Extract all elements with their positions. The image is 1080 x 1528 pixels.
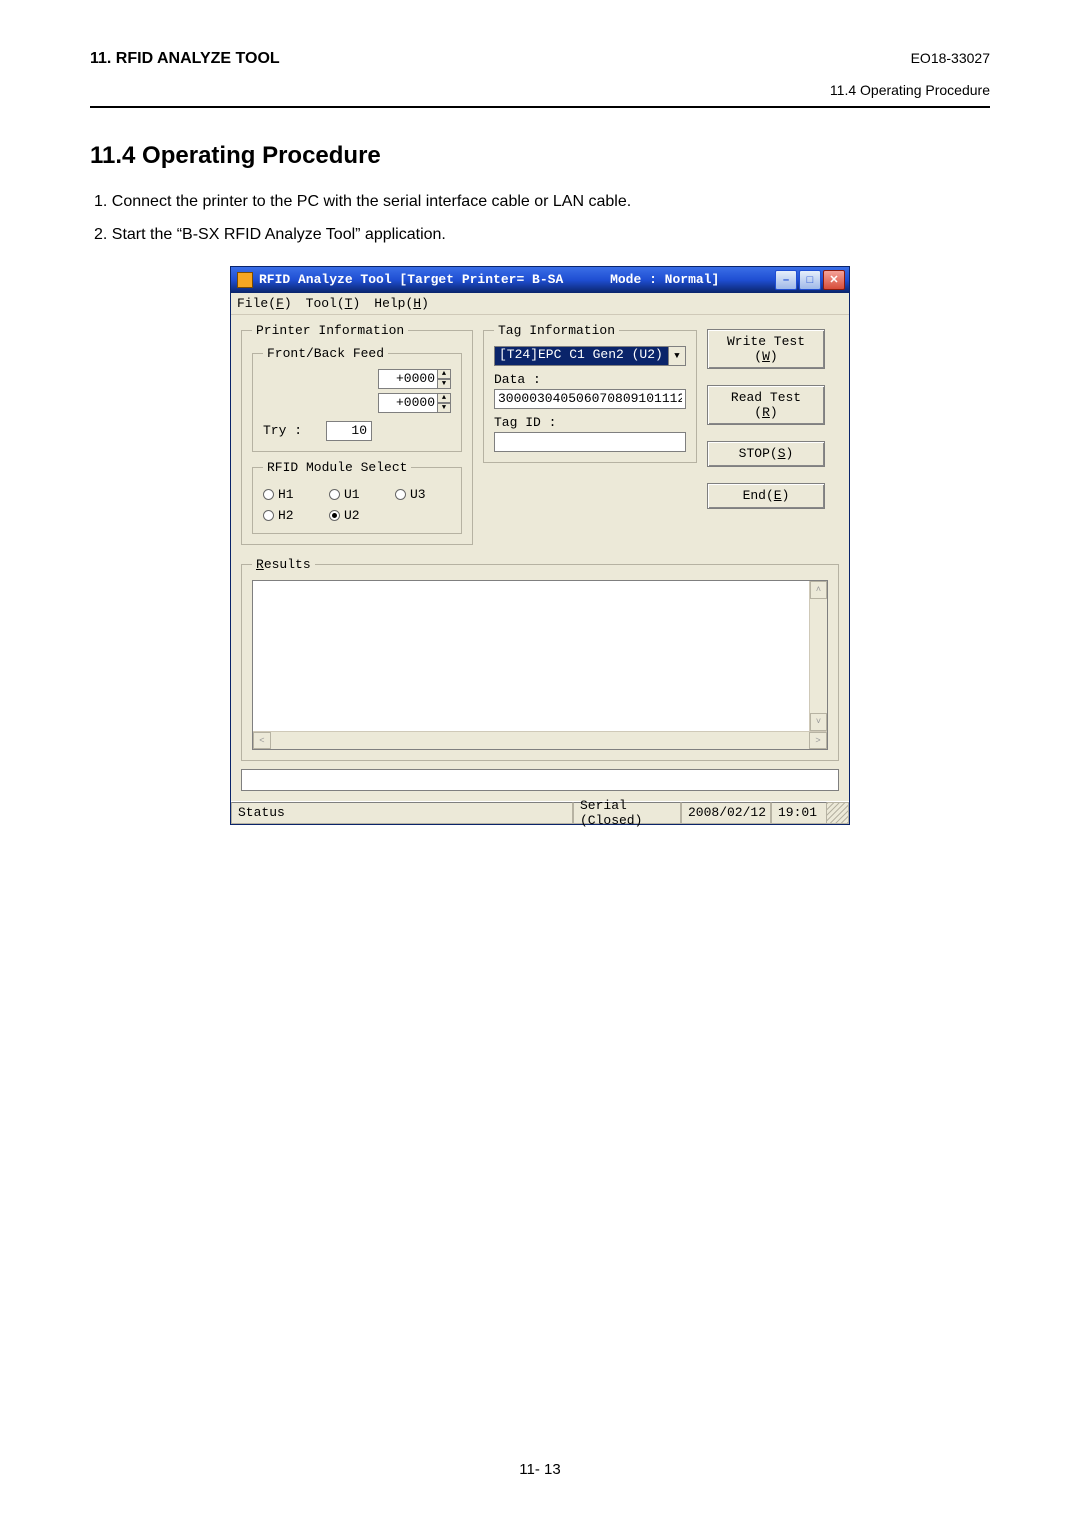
data-label: Data : [494,372,686,387]
results-textarea[interactable]: ˄ ˅ ˂ ˃ [252,580,828,750]
rfid-module-select-legend: RFID Module Select [263,460,411,475]
scroll-right-icon[interactable]: ˃ [809,732,827,749]
write-test-button[interactable]: Write Test (W) [707,329,825,369]
procedure-steps: 1. Connect the printer to the PC with th… [90,188,990,250]
section-title: 11.4 Operating Procedure [90,142,990,170]
tag-information-legend: Tag Information [494,323,619,338]
page-number: 11- 13 [0,1461,1080,1478]
minimize-button[interactable]: – [775,270,797,290]
scroll-left-icon[interactable]: ˂ [253,732,271,749]
feed1-down-icon[interactable]: ▼ [437,379,451,389]
read-test-button[interactable]: Read Test (R) [707,385,825,425]
tag-type-value: [T24]EPC C1 Gen2 (U2) [494,346,668,366]
statusbar: Status Serial (Closed) 2008/02/12 19:01 [231,801,849,824]
feed2-down-icon[interactable]: ▼ [437,403,451,413]
status-date: 2008/02/12 [681,802,771,824]
doc-chapter: 11. RFID ANALYZE TOOL [90,50,280,68]
try-label: Try : [263,423,302,438]
tag-type-combo[interactable]: [T24]EPC C1 Gen2 (U2) ▼ [494,346,686,366]
radio-icon [395,489,406,500]
step-2: 2. Start the “B-SX RFID Analyze Tool” ap… [94,221,990,250]
status-serial: Serial (Closed) [573,802,681,824]
tag-information-group: Tag Information [T24]EPC C1 Gen2 (U2) ▼ … [483,323,697,463]
menubar: File(F) Tool(T) Help(H) [231,293,849,315]
printer-information-group: Printer Information Front/Back Feed ▲ ▼ [241,323,473,545]
menu-file[interactable]: File(F) [237,296,292,311]
radio-icon [263,510,274,521]
end-button[interactable]: End(E) [707,483,825,509]
status-label: Status [231,802,573,824]
feed2-input[interactable] [378,393,438,413]
doc-subheader: 11.4 Operating Procedure [90,72,990,108]
radio-u2[interactable]: U2 [329,508,385,523]
rfid-module-select-group: RFID Module Select H1 U1 U3 H2 U2 [252,460,462,534]
doc-number: EO18-33027 [911,50,990,66]
maximize-button[interactable]: □ [799,270,821,290]
tagid-input[interactable] [494,432,686,452]
radio-h1[interactable]: H1 [263,487,319,502]
radio-u1[interactable]: U1 [329,487,385,502]
tagid-label: Tag ID : [494,415,686,430]
app-window: RFID Analyze Tool [Target Printer= B-SA … [230,266,850,825]
vertical-scrollbar[interactable]: ˄ ˅ [809,581,827,731]
app-icon [237,272,253,288]
results-legend: Results [252,557,315,572]
radio-icon [263,489,274,500]
action-buttons: Write Test (W) Read Test (R) STOP(S) End… [707,323,825,509]
scroll-down-icon[interactable]: ˅ [810,713,827,731]
radio-icon [329,489,340,500]
feed1-input[interactable] [378,369,438,389]
results-group: Results ˄ ˅ ˂ ˃ [241,557,839,761]
window-title: RFID Analyze Tool [Target Printer= B-SA … [259,272,719,287]
radio-icon [329,510,340,521]
menu-help[interactable]: Help(H) [374,296,429,311]
front-back-feed-group: Front/Back Feed ▲ ▼ [252,346,462,452]
menu-tool[interactable]: Tool(T) [306,296,361,311]
stop-button[interactable]: STOP(S) [707,441,825,467]
try-input[interactable] [326,421,372,441]
status-time: 19:01 [771,802,827,824]
data-input[interactable] [494,389,686,409]
step-1: 1. Connect the printer to the PC with th… [94,188,990,217]
close-button[interactable]: ✕ [823,270,845,290]
front-back-feed-legend: Front/Back Feed [263,346,388,361]
radio-u3[interactable]: U3 [395,487,451,502]
radio-h2[interactable]: H2 [263,508,319,523]
dropdown-icon[interactable]: ▼ [668,346,686,366]
feed2-up-icon[interactable]: ▲ [437,393,451,403]
horizontal-scrollbar[interactable]: ˂ ˃ [253,731,827,749]
page-header: 11. RFID ANALYZE TOOL EO18-33027 [90,50,990,72]
feed1-up-icon[interactable]: ▲ [437,369,451,379]
footer-input[interactable] [241,769,839,791]
resize-grip-icon[interactable] [827,802,849,824]
printer-information-legend: Printer Information [252,323,408,338]
titlebar[interactable]: RFID Analyze Tool [Target Printer= B-SA … [231,267,849,293]
scroll-up-icon[interactable]: ˄ [810,581,827,599]
